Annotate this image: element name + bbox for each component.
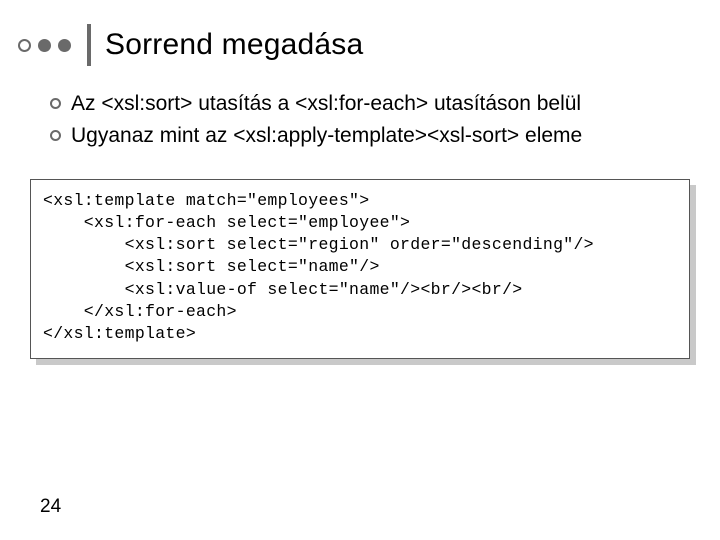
- bullet-list: Az <xsl:sort> utasítás a <xsl:for-each> …: [50, 90, 692, 151]
- bullet-icon: [50, 130, 61, 141]
- slide-title: Sorrend megadása: [105, 28, 363, 62]
- decorative-dots: [18, 39, 71, 52]
- code-block-container: <xsl:template match="employees"> <xsl:fo…: [30, 179, 690, 359]
- list-item: Ugyanaz mint az <xsl:apply-template><xsl…: [50, 122, 692, 150]
- bullet-text: Az <xsl:sort> utasítás a <xsl:for-each> …: [71, 90, 692, 118]
- slide-header: Sorrend megadása: [18, 24, 692, 66]
- dot-icon: [58, 39, 71, 52]
- divider-icon: [87, 24, 91, 66]
- bullet-icon: [50, 98, 61, 109]
- bullet-text: Ugyanaz mint az <xsl:apply-template><xsl…: [71, 122, 692, 150]
- code-block: <xsl:template match="employees"> <xsl:fo…: [30, 179, 690, 359]
- dot-icon: [18, 39, 31, 52]
- list-item: Az <xsl:sort> utasítás a <xsl:for-each> …: [50, 90, 692, 118]
- dot-icon: [38, 39, 51, 52]
- page-number: 24: [40, 496, 61, 518]
